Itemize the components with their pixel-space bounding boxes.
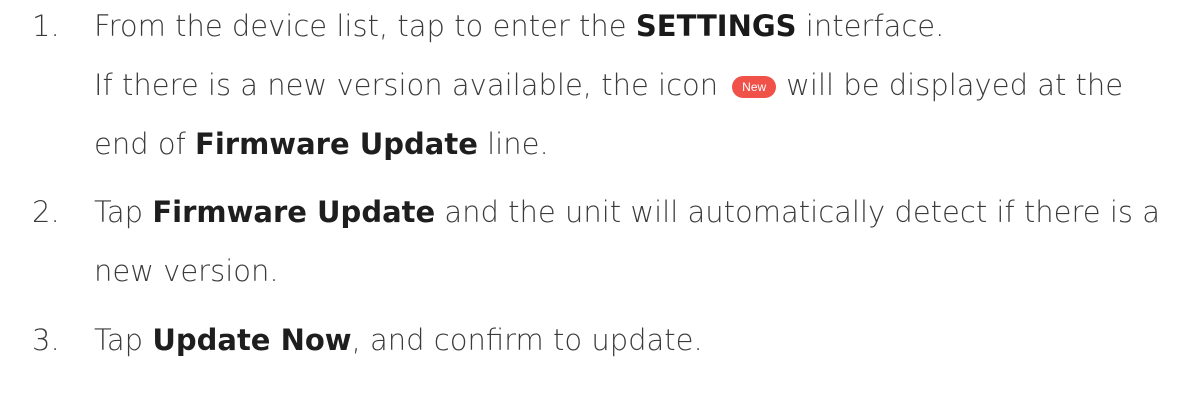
step-text-line: Tap Update Now, and confirm to update. xyxy=(94,323,703,357)
step-text-line: From the device list, tap to enter the S… xyxy=(94,9,945,43)
step-text-line: Tap Firmware Update and the unit will au… xyxy=(94,195,1161,229)
step-text-line: new version. xyxy=(94,254,279,288)
new-badge-icon: New xyxy=(732,76,777,98)
update-now-keyword: Update Now xyxy=(152,323,352,357)
firmware-update-keyword: Firmware Update xyxy=(152,195,436,229)
step-number: 1. xyxy=(32,9,60,43)
step-text-line: If there is a new version available, the… xyxy=(94,68,1124,102)
step-number: 3. xyxy=(32,323,60,357)
step-number: 2. xyxy=(32,195,60,229)
firmware-update-keyword: Firmware Update xyxy=(195,127,478,161)
settings-keyword: SETTINGS xyxy=(635,9,797,43)
step-text-line: end of Firmware Update line. xyxy=(94,127,549,161)
